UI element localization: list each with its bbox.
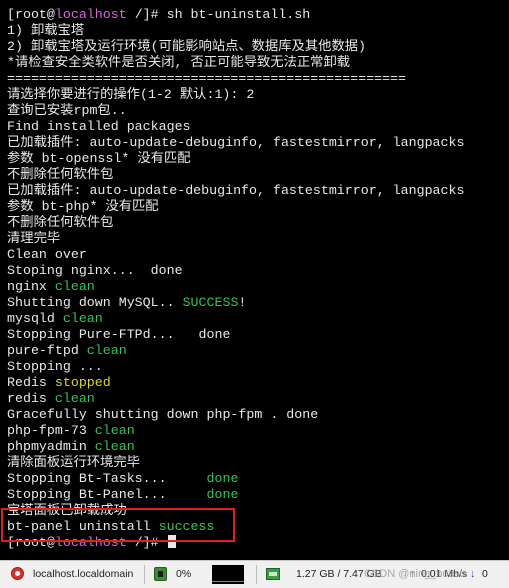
terminal-text: nginx xyxy=(7,279,55,294)
terminal-text: 查询已安装rpm包.. xyxy=(7,103,127,118)
download-speed: 0 xyxy=(482,568,488,580)
terminal-text: /]# xyxy=(126,535,167,550)
terminal-line: Stopping ... xyxy=(7,359,505,375)
terminal-line: Stopping Bt-Panel... done xyxy=(7,487,505,503)
terminal-line: 查询已安装rpm包.. xyxy=(7,103,505,119)
terminal-line: 已加载插件: auto-update-debuginfo, fastestmir… xyxy=(7,183,505,199)
terminal-text: /]# sh bt-uninstall.sh xyxy=(126,7,311,22)
terminal-line: Stoping nginx... done xyxy=(7,263,505,279)
terminal-text: done xyxy=(206,471,239,486)
terminal-line: 参数 bt-openssl* 没有匹配 xyxy=(7,151,505,167)
cpu-icon xyxy=(154,567,167,581)
terminal-line: Clean over xyxy=(7,247,505,263)
terminal-text: phpmyadmin xyxy=(7,439,95,454)
terminal-text: clean xyxy=(54,391,95,406)
terminal-text: SUCCESS xyxy=(182,295,239,310)
terminal-line: 已加载插件: auto-update-debuginfo, fastestmir… xyxy=(7,135,505,151)
terminal-text: 清理完毕 xyxy=(7,231,61,246)
terminal-text: Clean over xyxy=(7,247,87,262)
terminal-text: localhost xyxy=(54,535,127,550)
terminal-line: phpmyadmin clean xyxy=(7,439,505,455)
terminal-line: 不删除任何软件包 xyxy=(7,215,505,231)
terminal-text: redis xyxy=(7,391,55,406)
terminal-line: 清理完毕 xyxy=(7,231,505,247)
terminal-text: localhost xyxy=(54,7,127,22)
terminal-cursor xyxy=(167,535,176,548)
terminal-line: 清除面板运行环境完毕 xyxy=(7,455,505,471)
terminal-text: 参数 bt-openssl* 没有匹配 xyxy=(7,151,191,166)
terminal-text: pure-ftpd xyxy=(7,343,87,358)
terminal-text: 不删除任何软件包 xyxy=(7,167,114,182)
terminal-text: 请选择你要进行的操作(1-2 默认:1): 2 xyxy=(7,87,255,102)
terminal-line: Gracefully shutting down php-fpm . done xyxy=(7,407,505,423)
cpu-graph xyxy=(212,565,244,584)
terminal-text: Stopping Bt-Panel... xyxy=(7,487,207,502)
terminal-line: bt-panel uninstall success xyxy=(7,519,505,535)
terminal-text: Shutting down MySQL.. xyxy=(7,295,183,310)
terminal-text: Redis xyxy=(7,375,55,390)
terminal-text: Stoping nginx... done xyxy=(7,263,183,278)
terminal-text: Stopping Pure-FTPd... done xyxy=(7,327,231,342)
terminal-line: redis clean xyxy=(7,391,505,407)
terminal-line: *请检查安全类软件是否关闭, 否正可能导致无法正常卸载 xyxy=(7,55,505,71)
terminal-text: done xyxy=(206,487,239,502)
status-divider xyxy=(256,565,257,584)
terminal-line: ========================================… xyxy=(7,71,505,87)
terminal-text: 已加载插件: auto-update-debuginfo, fastestmir… xyxy=(7,135,465,150)
server-status-icon xyxy=(11,567,24,580)
memory-icon xyxy=(266,568,280,580)
terminal-line: Stopping Bt-Tasks... done xyxy=(7,471,505,487)
terminal-text: 参数 bt-php* 没有匹配 xyxy=(7,199,159,214)
status-bar: localhost.localdomain 0% 1.27 GB / 7.47 … xyxy=(0,560,509,588)
terminal-text: Stopping ... xyxy=(7,359,103,374)
hostname-label: localhost.localdomain xyxy=(33,568,134,580)
terminal-text: ! xyxy=(238,295,247,310)
terminal-output[interactable]: [root@localhost /]# sh bt-uninstall.sh 1)… xyxy=(0,0,509,560)
terminal-line: 1) 卸载宝塔 xyxy=(7,23,505,39)
terminal-text: clean xyxy=(94,423,135,438)
terminal-text: php-fpm-73 xyxy=(7,423,95,438)
terminal-line: Shutting down MySQL.. SUCCESS! xyxy=(7,295,505,311)
terminal-lines: [root@localhost /]# sh bt-uninstall.sh 1)… xyxy=(7,7,505,551)
terminal-text: Stopping Bt-Tasks... xyxy=(7,471,207,486)
terminal-line: nginx clean xyxy=(7,279,505,295)
terminal-line: 不删除任何软件包 xyxy=(7,167,505,183)
terminal-text: clean xyxy=(94,439,135,454)
terminal-text: Find installed packages xyxy=(7,119,191,134)
cpu-usage: 0% xyxy=(176,568,192,580)
terminal-text: stopped xyxy=(54,375,111,390)
terminal-text: ========================================… xyxy=(7,71,406,86)
terminal-text: clean xyxy=(86,343,127,358)
terminal-text: 1) 卸载宝塔 xyxy=(7,23,85,38)
terminal-line: Redis stopped xyxy=(7,375,505,391)
terminal-line: 2) 卸载宝塔及运行环境(可能影响站点、数据库及其他数据) xyxy=(7,39,505,55)
terminal-text: *请检查安全类软件是否关闭, 否正可能导致无法正常卸载 xyxy=(7,55,351,70)
watermark: CSDN @ning_bocsu xyxy=(364,568,466,580)
terminal-text: success xyxy=(158,519,215,534)
terminal-text: 2) 卸载宝塔及运行环境(可能影响站点、数据库及其他数据) xyxy=(7,39,367,54)
terminal-line: [root@localhost /]# sh bt-uninstall.sh xyxy=(7,7,505,23)
terminal-text: clean xyxy=(62,311,103,326)
terminal-line: mysqld clean xyxy=(7,311,505,327)
terminal-text: 清除面板运行环境完毕 xyxy=(7,455,140,470)
terminal-text: [root@ xyxy=(7,535,55,550)
terminal-text: 已加载插件: auto-update-debuginfo, fastestmir… xyxy=(7,183,465,198)
terminal-line: 宝塔面板已卸载成功 xyxy=(7,503,505,519)
terminal-line: pure-ftpd clean xyxy=(7,343,505,359)
terminal-text: 不删除任何软件包 xyxy=(7,215,114,230)
terminal-line: [root@localhost /]# xyxy=(7,535,505,551)
download-arrow-icon: ↓ xyxy=(470,568,476,580)
terminal-text: Gracefully shutting down php-fpm . done xyxy=(7,407,319,422)
terminal-text: [root@ xyxy=(7,7,55,22)
terminal-line: php-fpm-73 clean xyxy=(7,423,505,439)
terminal-line: 参数 bt-php* 没有匹配 xyxy=(7,199,505,215)
terminal-text: mysqld xyxy=(7,311,63,326)
terminal-text: bt-panel uninstall xyxy=(7,519,159,534)
terminal-line: Find installed packages xyxy=(7,119,505,135)
terminal-line: 请选择你要进行的操作(1-2 默认:1): 2 xyxy=(7,87,505,103)
terminal-line: Stopping Pure-FTPd... done xyxy=(7,327,505,343)
terminal-text: 宝塔面板已卸载成功 xyxy=(7,503,127,518)
status-divider xyxy=(144,565,145,584)
terminal-text: clean xyxy=(54,279,95,294)
